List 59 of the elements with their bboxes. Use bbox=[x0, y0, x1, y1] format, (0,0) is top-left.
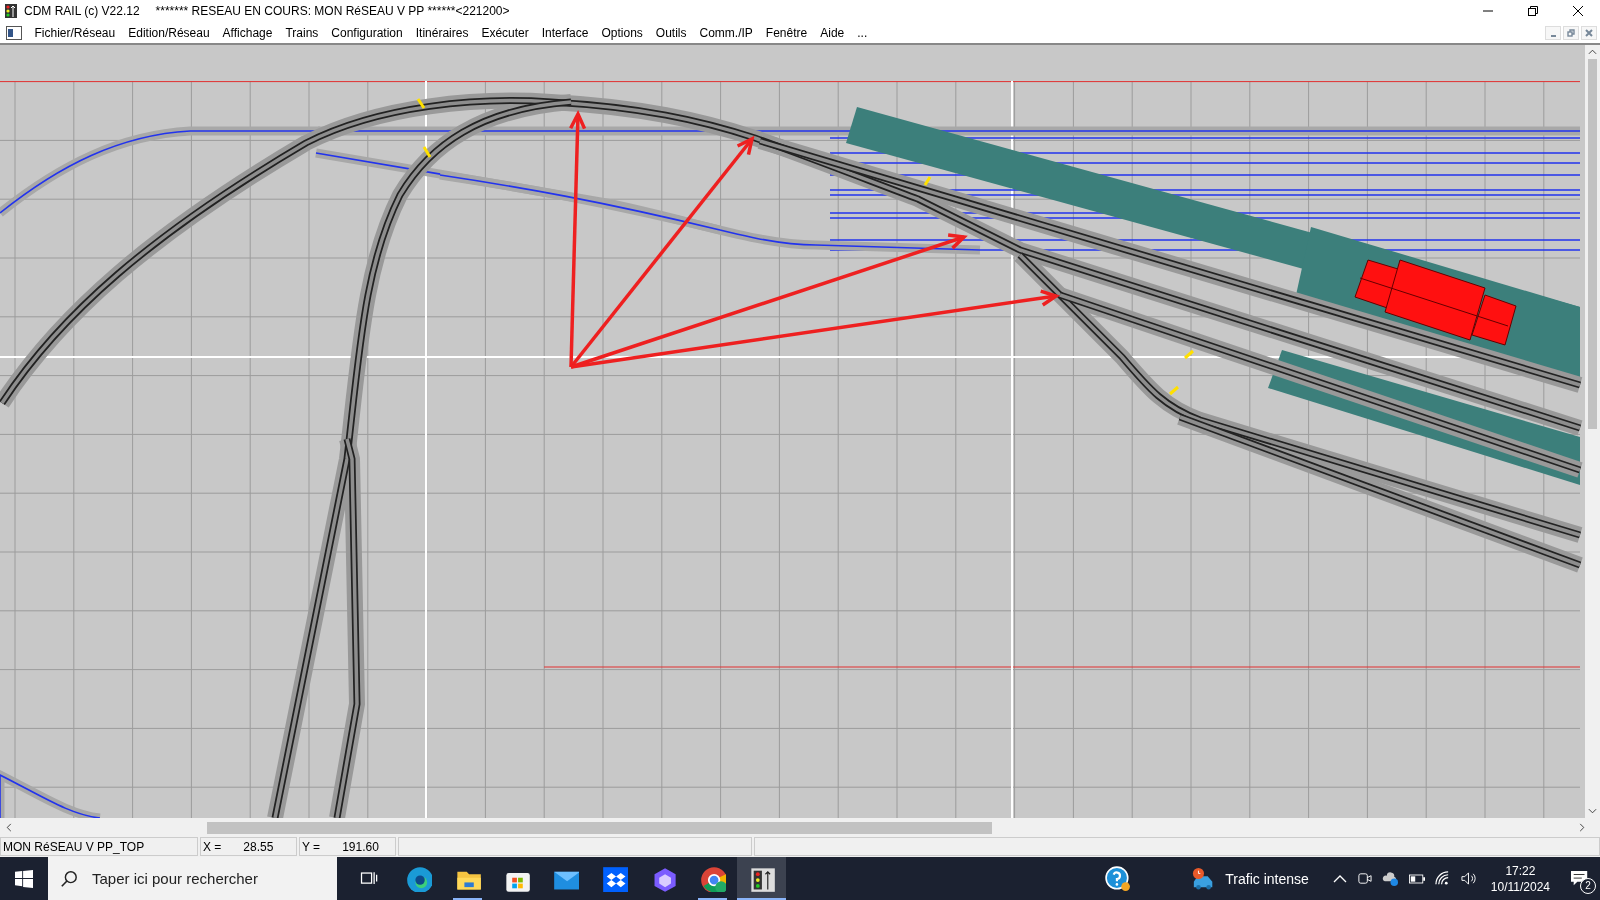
search-field[interactable]: Taper ici pour rechercher bbox=[90, 869, 334, 888]
menu-item[interactable]: Itinéraires bbox=[409, 22, 475, 43]
speaker-icon[interactable] bbox=[1459, 871, 1477, 886]
y-label: Y = bbox=[302, 839, 321, 854]
menu-item[interactable]: Fichier/Réseau bbox=[28, 22, 122, 43]
scroll-right-icon[interactable] bbox=[1579, 822, 1585, 832]
menu-item[interactable]: Aide bbox=[813, 22, 851, 43]
browser-icon bbox=[699, 865, 726, 892]
menu-item[interactable]: Outils bbox=[649, 22, 693, 43]
x-coordinate: 28.55 bbox=[243, 839, 274, 854]
open-box-icon bbox=[601, 865, 628, 892]
clock[interactable]: 17:22 10/11/2024 bbox=[1490, 862, 1550, 895]
close-button[interactable] bbox=[1581, 25, 1597, 40]
weather-widget[interactable]: Trafic intense bbox=[1191, 866, 1309, 891]
wifi-icon[interactable] bbox=[1434, 871, 1450, 886]
menu-item[interactable]: Edition/Réseau bbox=[121, 22, 217, 43]
camera-icon[interactable] bbox=[1356, 871, 1372, 886]
restore-icon bbox=[1567, 28, 1575, 37]
battery-icon[interactable] bbox=[1408, 873, 1425, 884]
menu-item[interactable]: Configuration bbox=[324, 22, 410, 43]
cloud-sync-icon[interactable] bbox=[1381, 871, 1399, 886]
menu-item[interactable]: ... bbox=[850, 22, 874, 43]
weather-text: Trafic intense bbox=[1225, 870, 1309, 887]
signal-light-icon bbox=[748, 865, 775, 892]
notification-button[interactable]: 2 bbox=[1560, 857, 1600, 900]
minimize-icon bbox=[1550, 34, 1556, 37]
browser-icon bbox=[405, 865, 432, 892]
close-icon bbox=[1585, 28, 1593, 37]
y-coordinate: 191.60 bbox=[342, 839, 379, 854]
x-label: X = bbox=[203, 839, 222, 854]
document-icon[interactable] bbox=[6, 25, 22, 40]
scroll-left-icon[interactable] bbox=[6, 822, 12, 832]
chevron-up-icon[interactable] bbox=[1332, 874, 1347, 883]
windows-icon bbox=[15, 869, 33, 888]
scroll-down-icon[interactable] bbox=[1588, 808, 1597, 814]
taskbar-app[interactable] bbox=[737, 857, 786, 900]
search-bar[interactable]: Taper ici pour rechercher bbox=[48, 857, 337, 900]
layer-name: MON RéSEAU V PP_TOP bbox=[0, 837, 198, 856]
search-icon bbox=[60, 869, 78, 888]
restore-icon bbox=[1527, 6, 1538, 16]
time: 17:22 bbox=[1505, 862, 1536, 879]
minimize-button[interactable] bbox=[1545, 25, 1561, 40]
notification-badge: 2 bbox=[1580, 878, 1596, 894]
menu-item[interactable]: Trains bbox=[278, 22, 325, 43]
close-icon bbox=[1572, 6, 1583, 16]
menu-item[interactable]: Interface bbox=[535, 22, 595, 43]
help-icon[interactable] bbox=[1105, 865, 1132, 892]
menu-item[interactable]: Comm./IP bbox=[693, 22, 760, 43]
menu-item[interactable]: Fenêtre bbox=[759, 22, 814, 43]
menu-item[interactable]: Exécuter bbox=[474, 22, 536, 43]
horizontal-scrollbar[interactable] bbox=[0, 818, 1600, 836]
menu-item[interactable]: Affichage bbox=[216, 22, 279, 43]
app-title: CDM RAIL (c) V22.12 bbox=[24, 4, 140, 18]
app-icon bbox=[4, 3, 18, 19]
scroll-up-icon[interactable] bbox=[1588, 49, 1597, 55]
date: 10/11/2024 bbox=[1490, 878, 1550, 895]
document-title: ******* RESEAU EN COURS: MON RéSEAU V PP ******<221200> bbox=[155, 4, 510, 18]
menu-item[interactable]: Options bbox=[594, 22, 650, 43]
vertical-scrollbar[interactable] bbox=[1585, 45, 1600, 818]
